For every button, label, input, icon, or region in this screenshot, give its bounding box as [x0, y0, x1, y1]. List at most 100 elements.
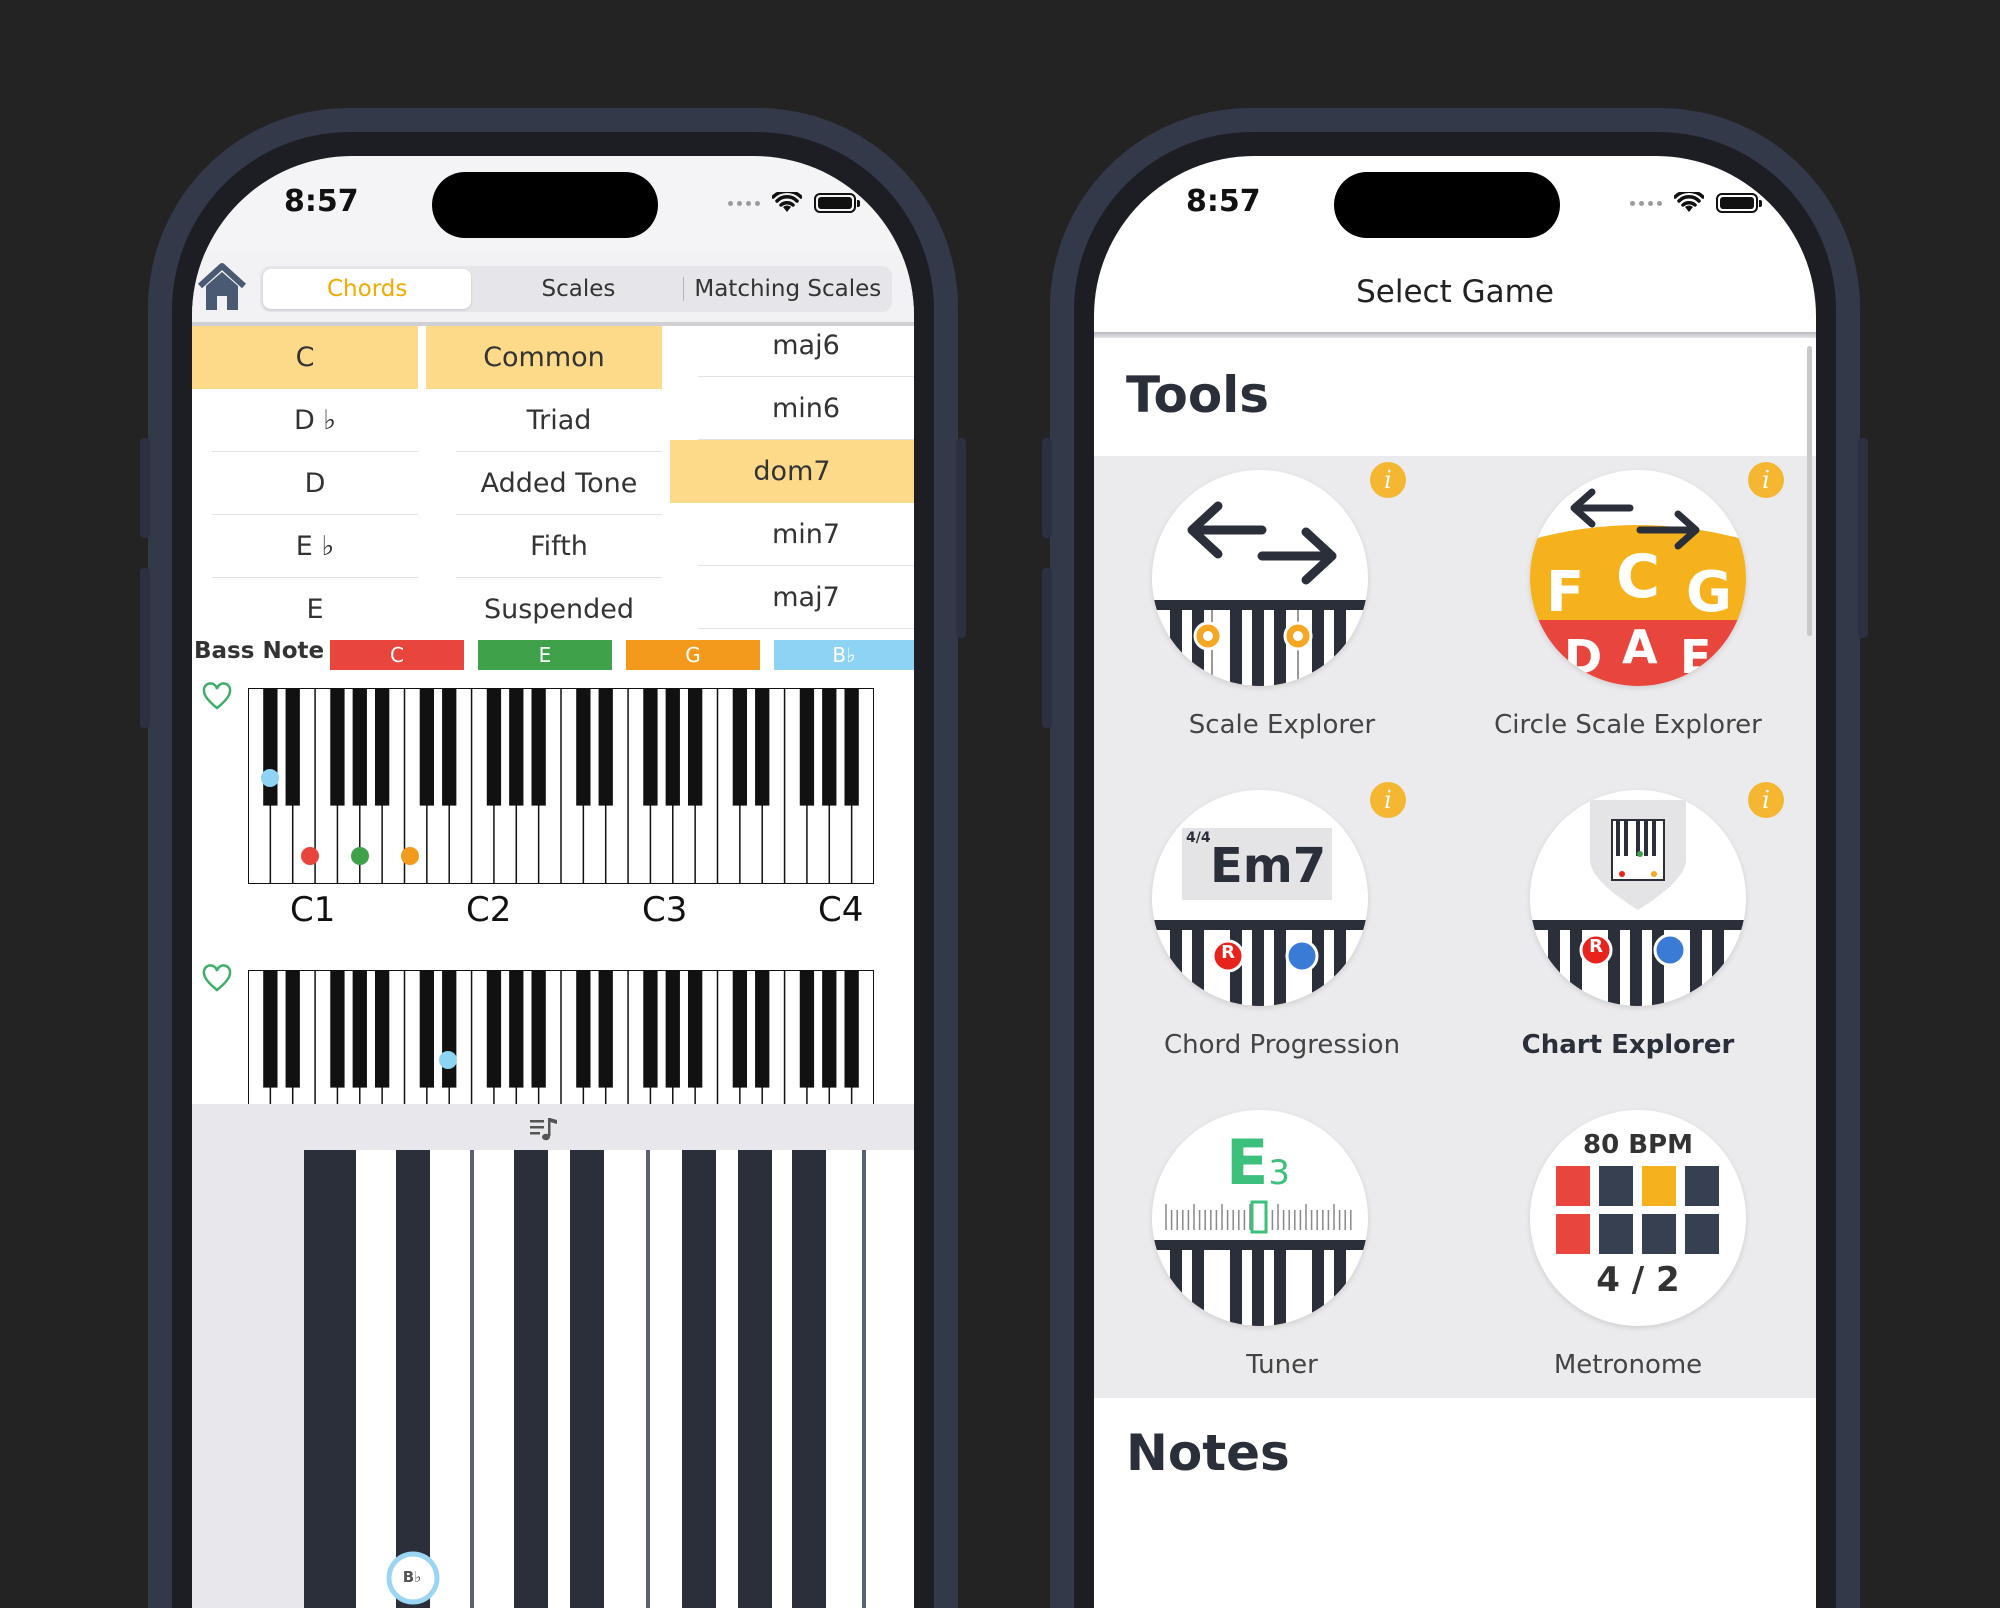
- side-button: [1042, 568, 1052, 728]
- chart-explorer-tile[interactable]: R: [1530, 790, 1746, 1006]
- info-icon[interactable]: i: [1370, 782, 1406, 818]
- circle-scale-explorer-tile[interactable]: F C G D A E: [1530, 470, 1746, 686]
- category-option[interactable]: Suspended: [456, 578, 662, 632]
- tools-grid: i Scale Explorer F C G D A E i Circle Sc…: [1094, 456, 1816, 1398]
- status-icons: [728, 192, 860, 214]
- section-title-notes: Notes: [1126, 1424, 1290, 1482]
- type-option[interactable]: dom7: [670, 440, 914, 503]
- phone-right: 8:57 Select Game Tools i Scale Explorer …: [1042, 108, 1868, 1608]
- segmented-control: Chords Scales Matching Scales: [260, 266, 892, 312]
- battery-icon: [1716, 193, 1762, 213]
- bass-note-g[interactable]: G: [626, 640, 760, 670]
- arrows-keyboard-icon: [1152, 501, 1368, 686]
- type-option[interactable]: min6: [698, 377, 914, 440]
- category-option[interactable]: Common: [426, 326, 662, 389]
- bass-note-label: Bass Note: [194, 638, 325, 664]
- tab-matching-scales[interactable]: Matching Scales: [684, 266, 892, 312]
- voicings-list: C1 C2 C3 C4 C1 C2 C3 C4: [192, 672, 914, 1212]
- side-button: [140, 438, 150, 538]
- circle-letter: D: [1564, 630, 1603, 684]
- root-marker: R: [1589, 936, 1603, 957]
- root-option[interactable]: E ♭: [212, 515, 418, 578]
- type-option[interactable]: min7: [698, 503, 914, 566]
- octave-label: C4: [818, 890, 864, 930]
- scale-explorer-tile[interactable]: [1152, 470, 1368, 686]
- side-button: [1042, 438, 1052, 538]
- page-title: Select Game: [1356, 274, 1554, 310]
- circle-letter: F: [1546, 560, 1585, 625]
- status-icons: [1630, 192, 1762, 214]
- root-option[interactable]: D: [212, 452, 418, 515]
- category-column[interactable]: Common Triad Added Tone Fifth Suspended: [426, 326, 662, 632]
- tuner-note-octave: 3: [1268, 1153, 1290, 1193]
- dynamic-island: [1334, 172, 1560, 238]
- info-icon[interactable]: i: [1748, 462, 1784, 498]
- tab-scales[interactable]: Scales: [474, 266, 682, 312]
- battery-icon: [814, 193, 860, 213]
- bass-note-c[interactable]: C: [330, 640, 464, 670]
- tile-label: Chart Explorer: [1521, 1030, 1735, 1060]
- dynamic-island: [432, 172, 658, 238]
- category-option[interactable]: Fifth: [456, 515, 662, 578]
- note-dot: [301, 847, 319, 865]
- scrollbar[interactable]: [1807, 346, 1812, 636]
- chord-progression-tile[interactable]: 4/4 Em7 R: [1152, 790, 1368, 1006]
- tile-label: Circle Scale Explorer: [1494, 710, 1762, 740]
- chart-keyboard-icon: [1530, 800, 1746, 1006]
- signal-icon: [1630, 200, 1662, 206]
- bflat-marker-label: B♭: [402, 1568, 422, 1586]
- circle-letter: E: [1680, 630, 1712, 684]
- time-signature: 4/4: [1186, 830, 1211, 846]
- octave-label: C3: [642, 890, 688, 930]
- chord-picker: C D ♭ D E ♭ E Common Triad Added Tone Fi…: [192, 326, 914, 632]
- side-button: [956, 438, 966, 638]
- signal-icon: [728, 200, 760, 206]
- circle-letter: A: [1622, 620, 1658, 674]
- home-icon[interactable]: [196, 260, 248, 314]
- info-icon[interactable]: i: [1370, 462, 1406, 498]
- category-option[interactable]: Triad: [456, 389, 662, 452]
- tile-label: Tuner: [1246, 1350, 1318, 1380]
- root-option[interactable]: E: [212, 578, 418, 632]
- note-dot: [261, 769, 279, 787]
- tuner-tile[interactable]: E3: [1152, 1110, 1368, 1326]
- notes-section: Notes: [1094, 1398, 1816, 1608]
- heart-icon[interactable]: [202, 964, 232, 994]
- tile-label: Scale Explorer: [1188, 710, 1376, 740]
- chords-screen: 8:57 Chords Scales Matching Scales C D ♭…: [192, 156, 914, 1608]
- bpm-label: 80 BPM: [1583, 1130, 1693, 1160]
- tile-label: Metronome: [1553, 1350, 1703, 1380]
- bass-note-e[interactable]: E: [478, 640, 612, 670]
- octave-label: C1: [290, 890, 336, 930]
- metronome-tile[interactable]: 80 BPM 4 / 2: [1530, 1110, 1746, 1326]
- keyboard-voicing-1[interactable]: [248, 688, 874, 884]
- category-option[interactable]: Added Tone: [456, 452, 662, 515]
- root-option[interactable]: C: [192, 326, 418, 389]
- root-option[interactable]: D ♭: [212, 389, 418, 452]
- type-column[interactable]: maj6 min6 dom7 min7 maj7: [670, 326, 914, 629]
- type-option[interactable]: maj6: [698, 326, 914, 377]
- heart-icon[interactable]: [202, 682, 232, 712]
- playlist-icon[interactable]: [528, 1114, 560, 1144]
- side-button: [1858, 438, 1868, 638]
- large-keyboard[interactable]: [304, 1150, 914, 1608]
- info-icon[interactable]: i: [1748, 782, 1784, 818]
- meter-label: 4 / 2: [1596, 1260, 1680, 1300]
- tuner-note: E3: [1226, 1126, 1290, 1199]
- note-dot: [439, 1051, 457, 1069]
- chord-symbol: Em7: [1210, 838, 1327, 894]
- note-dot: [401, 847, 419, 865]
- bass-note-row: Bass Note C E G B♭: [192, 632, 914, 672]
- root-marker: R: [1221, 942, 1235, 963]
- play-keyboard: B♭: [192, 1104, 914, 1608]
- top-bar: Chords Scales Matching Scales: [192, 252, 914, 326]
- status-time: 8:57: [284, 184, 359, 219]
- chord-card-keyboard-icon: [1152, 828, 1368, 1006]
- select-game-screen: 8:57 Select Game Tools i Scale Explorer …: [1094, 156, 1816, 1608]
- circle-letter: C: [1616, 542, 1661, 612]
- bass-note-bb[interactable]: B♭: [774, 640, 914, 670]
- tab-chords[interactable]: Chords: [263, 269, 472, 309]
- root-column[interactable]: C D ♭ D E ♭ E: [192, 326, 418, 632]
- type-option[interactable]: maj7: [698, 566, 914, 629]
- wifi-icon: [772, 192, 802, 212]
